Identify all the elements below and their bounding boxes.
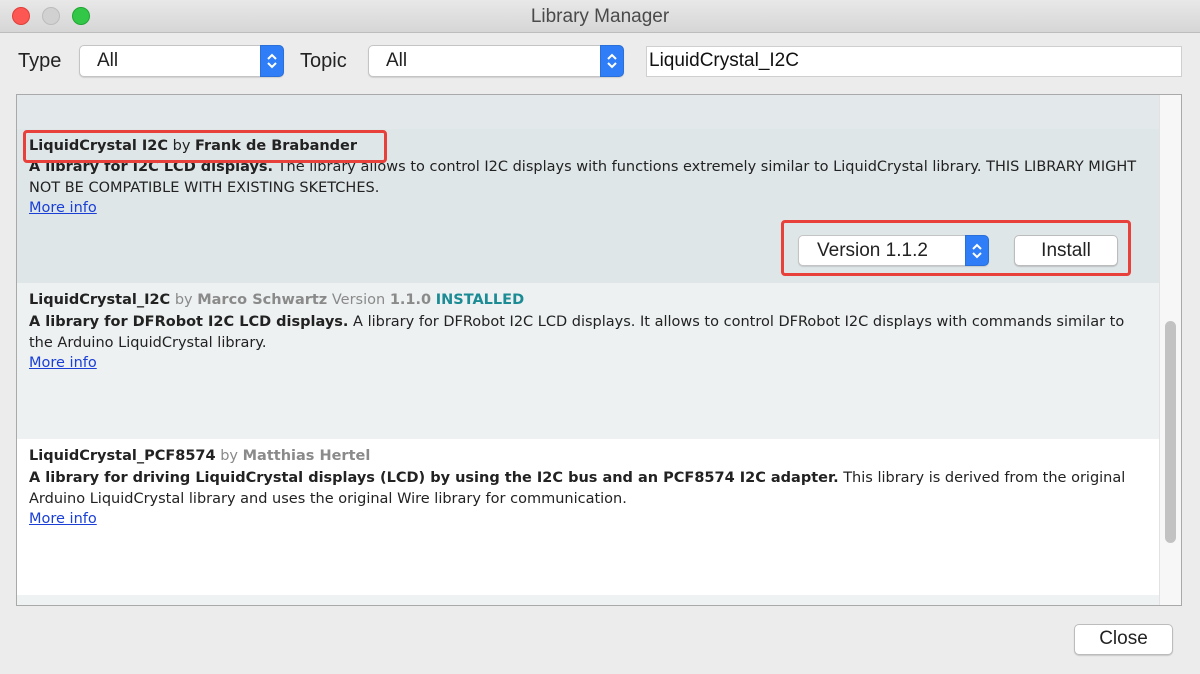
library-name: LiquidCrystal_I2C xyxy=(29,292,171,308)
scrollbar-thumb[interactable] xyxy=(1165,321,1176,543)
by-label: by xyxy=(174,292,193,308)
topic-label: Topic xyxy=(300,50,347,72)
more-info-link[interactable]: More info xyxy=(29,355,97,371)
version-select[interactable]: Version 1.1.2 xyxy=(798,235,989,266)
library-list[interactable]: LiquidCrystal I2C by Frank de Brabander … xyxy=(16,94,1182,606)
library-description: A library for I2C LCD displays. The libr… xyxy=(29,157,1149,199)
library-version: 1.1.0 xyxy=(389,292,432,308)
up-down-arrows-icon xyxy=(600,45,624,77)
library-name: LiquidCrystal_PCF8574 xyxy=(29,448,216,464)
window-title: Library Manager xyxy=(530,6,670,27)
title-bar: Library Manager xyxy=(0,0,1200,33)
list-item-partial xyxy=(17,95,1159,129)
library-item-liquidcrystal-i2c-frank[interactable]: LiquidCrystal I2C by Frank de Brabander … xyxy=(17,129,1159,283)
vertical-scrollbar[interactable] xyxy=(1159,95,1181,605)
library-header: LiquidCrystal_I2C by Marco Schwartz Vers… xyxy=(29,292,524,308)
version-label: Version xyxy=(331,292,386,308)
by-label: by xyxy=(220,448,239,464)
highlight-box-name xyxy=(23,130,387,163)
library-header: LiquidCrystal_PCF8574 by Matthias Hertel xyxy=(29,448,370,464)
list-item-partial xyxy=(17,595,1159,605)
library-description: A library for DFRobot I2C LCD displays. … xyxy=(29,312,1149,354)
close-button[interactable]: Close xyxy=(1074,624,1173,655)
installed-badge: INSTALLED xyxy=(435,292,525,308)
topic-select[interactable]: All xyxy=(368,45,624,77)
type-select[interactable]: All xyxy=(79,45,284,77)
library-author: Marco Schwartz xyxy=(197,292,328,308)
type-label: Type xyxy=(18,50,62,72)
type-select-value: All xyxy=(97,50,119,71)
library-item-liquidcrystal-i2c-marco[interactable]: LiquidCrystal_I2C by Marco Schwartz Vers… xyxy=(17,283,1159,439)
up-down-arrows-icon xyxy=(260,45,284,77)
version-select-value: Version 1.1.2 xyxy=(817,240,928,261)
library-summary: A library for DFRobot I2C LCD displays. xyxy=(29,314,349,330)
library-item-liquidcrystal-pcf8574[interactable]: LiquidCrystal_PCF8574 by Matthias Hertel… xyxy=(17,439,1159,595)
library-author: Matthias Hertel xyxy=(242,448,371,464)
search-input[interactable]: LiquidCrystal_I2C xyxy=(646,46,1182,77)
more-info-link[interactable]: More info xyxy=(29,200,97,216)
install-button[interactable]: Install xyxy=(1014,235,1118,266)
up-down-arrows-icon xyxy=(965,235,989,266)
library-description: A library for driving LiquidCrystal disp… xyxy=(29,468,1149,510)
more-info-link[interactable]: More info xyxy=(29,511,97,527)
topic-select-value: All xyxy=(386,50,408,71)
library-summary: A library for driving LiquidCrystal disp… xyxy=(29,470,839,486)
